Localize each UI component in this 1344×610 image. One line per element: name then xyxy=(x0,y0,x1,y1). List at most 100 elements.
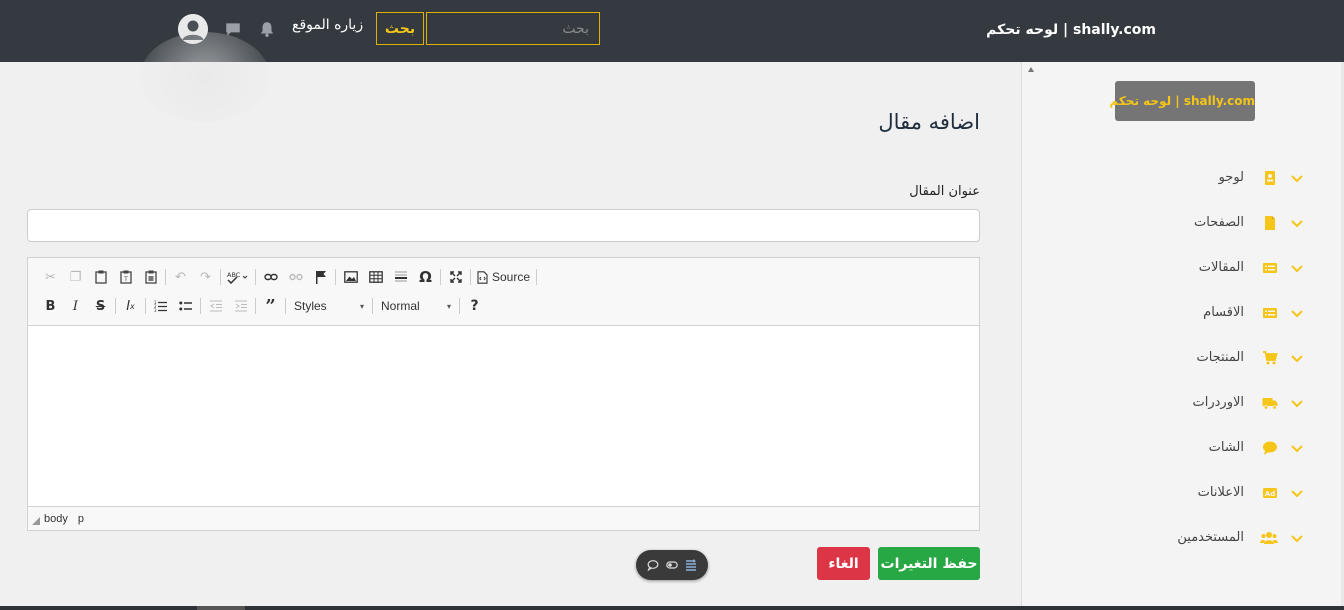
cut-icon[interactable]: ✂ xyxy=(38,266,63,288)
ad-icon: Ad xyxy=(1263,488,1277,498)
sidebar-item-label: الاعلانات xyxy=(1197,485,1244,500)
toolbar-separator xyxy=(536,269,538,285)
sidebar-item-users[interactable]: المستخدمين xyxy=(1076,528,1303,550)
editor-content-area[interactable] xyxy=(28,326,979,506)
table-icon[interactable] xyxy=(363,266,388,288)
sidebar-item-products[interactable]: المنتجات xyxy=(1076,348,1303,370)
format-dropdown-label: Normal xyxy=(381,299,420,313)
sidebar-item-ads[interactable]: Ad الاعلانات xyxy=(1076,483,1303,505)
toolbar-separator xyxy=(440,269,441,285)
toolbar-separator xyxy=(115,298,116,314)
visit-site-link[interactable]: زياره الموقع xyxy=(292,17,363,33)
element-path-p[interactable]: p xyxy=(78,513,84,525)
list-settings-icon[interactable] xyxy=(685,559,697,571)
toggle-icon[interactable] xyxy=(666,559,678,571)
copy-icon[interactable]: ❐ xyxy=(63,266,88,288)
outdent-icon[interactable] xyxy=(203,295,228,317)
special-char-icon[interactable]: Ω xyxy=(413,266,438,288)
horizontal-line-icon[interactable] xyxy=(388,266,413,288)
help-icon[interactable]: ? xyxy=(462,295,487,317)
numbered-list-icon[interactable]: 123 xyxy=(148,295,173,317)
bold-icon[interactable]: B xyxy=(38,295,63,317)
chevron-down-icon xyxy=(1291,535,1303,543)
redo-icon[interactable]: ↷ xyxy=(193,266,218,288)
blockquote-icon[interactable]: ” xyxy=(258,295,283,317)
sidebar-item-logo[interactable]: لوجو xyxy=(1076,168,1303,190)
paste-word-icon[interactable] xyxy=(138,266,163,288)
sidebar-item-pages[interactable]: الصفحات xyxy=(1076,213,1303,235)
article-title-label: عنوان المقال xyxy=(909,184,980,199)
svg-text:ABC: ABC xyxy=(227,271,241,279)
sidebar: shally.com | لوحه تحكم لوجو الصفحات المق… xyxy=(1021,62,1344,610)
sidebar-item-articles[interactable]: المقالات xyxy=(1076,258,1303,280)
floating-toolbar xyxy=(636,550,708,580)
remove-format-icon[interactable]: Ix xyxy=(118,295,143,317)
sidebar-item-chat[interactable]: الشات xyxy=(1076,438,1303,460)
image-icon[interactable] xyxy=(338,266,363,288)
scroll-up-arrow-icon[interactable] xyxy=(1028,67,1034,72)
chevron-down-icon xyxy=(1291,400,1303,408)
file-icon xyxy=(1265,216,1275,230)
bullet-list-icon[interactable] xyxy=(173,295,198,317)
comment-icon xyxy=(1263,441,1277,455)
link-icon[interactable] xyxy=(258,266,283,288)
sidebar-item-orders[interactable]: الاوردرات xyxy=(1076,393,1303,415)
svg-text:T: T xyxy=(123,276,128,283)
styles-dropdown-label: Styles xyxy=(294,299,327,313)
bell-icon[interactable] xyxy=(258,20,276,38)
id-card-icon xyxy=(1265,171,1275,185)
maximize-icon[interactable] xyxy=(443,266,468,288)
resize-grip-icon[interactable] xyxy=(32,517,40,525)
comment-bubble-icon[interactable] xyxy=(647,559,659,571)
chevron-down-icon xyxy=(1291,220,1303,228)
undo-icon[interactable]: ↶ xyxy=(168,266,193,288)
page-title: اضافه مقال xyxy=(878,110,980,134)
dropdown-arrow-icon: ▾ xyxy=(359,301,364,311)
search-button[interactable]: بحث xyxy=(376,12,424,45)
truck-icon xyxy=(1262,398,1278,410)
chevron-down-icon xyxy=(1291,175,1303,183)
scrollbar-thumb[interactable] xyxy=(197,606,245,610)
toolbar-separator xyxy=(200,298,201,314)
toolbar-separator xyxy=(470,269,471,285)
indent-icon[interactable] xyxy=(228,295,253,317)
sidebar-item-label: الشات xyxy=(1208,440,1244,455)
toolbar-separator xyxy=(145,298,146,314)
search-input[interactable] xyxy=(426,12,600,45)
editor-toolbar: ✂ ❐ T ↶ ↷ ABC Ω Source B I S I x 1 2 3 ”… xyxy=(28,258,979,326)
italic-icon[interactable]: I xyxy=(63,295,88,317)
navbar-brand[interactable]: shally.com | لوحه تحكم xyxy=(986,22,1156,38)
toolbar-separator xyxy=(165,269,166,285)
users-icon xyxy=(1260,532,1278,544)
strikethrough-icon[interactable]: S xyxy=(88,295,113,317)
sidebar-item-label: المستخدمين xyxy=(1177,530,1244,545)
paste-icon[interactable] xyxy=(88,266,113,288)
spellcheck-icon[interactable]: ABC xyxy=(223,266,253,288)
horizontal-scrollbar[interactable] xyxy=(0,606,1344,610)
toolbar-separator xyxy=(285,298,286,314)
source-label: Source xyxy=(492,270,531,284)
sidebar-item-label: المقالات xyxy=(1198,260,1244,275)
chevron-down-icon xyxy=(1291,490,1303,498)
dropdown-arrow-icon: ▾ xyxy=(446,301,451,311)
sidebar-brand[interactable]: shally.com | لوحه تحكم xyxy=(1109,81,1255,121)
paste-text-icon[interactable]: T xyxy=(113,266,138,288)
cancel-button[interactable]: الغاء xyxy=(817,547,870,580)
unlink-icon[interactable] xyxy=(283,266,308,288)
toolbar-row: ✂ ❐ T ↶ ↷ ABC Ω Source xyxy=(38,266,539,288)
source-code-icon xyxy=(477,270,488,284)
background-decoration xyxy=(140,32,270,122)
element-path-body[interactable]: body xyxy=(44,513,68,525)
toolbar-separator xyxy=(459,298,460,314)
styles-dropdown[interactable]: Styles ▾ xyxy=(288,295,370,317)
source-button[interactable]: Source xyxy=(473,266,534,288)
article-title-input[interactable] xyxy=(27,209,980,242)
chevron-down-icon xyxy=(1291,310,1303,318)
sidebar-item-categories[interactable]: الاقسام xyxy=(1076,303,1303,325)
list-card-icon xyxy=(1263,263,1277,273)
chevron-down-icon xyxy=(1291,445,1303,453)
toolbar-separator xyxy=(335,269,336,285)
save-changes-button[interactable]: حفظ التغيرات xyxy=(878,547,980,580)
anchor-flag-icon[interactable] xyxy=(308,266,333,288)
format-dropdown[interactable]: Normal ▾ xyxy=(375,295,457,317)
